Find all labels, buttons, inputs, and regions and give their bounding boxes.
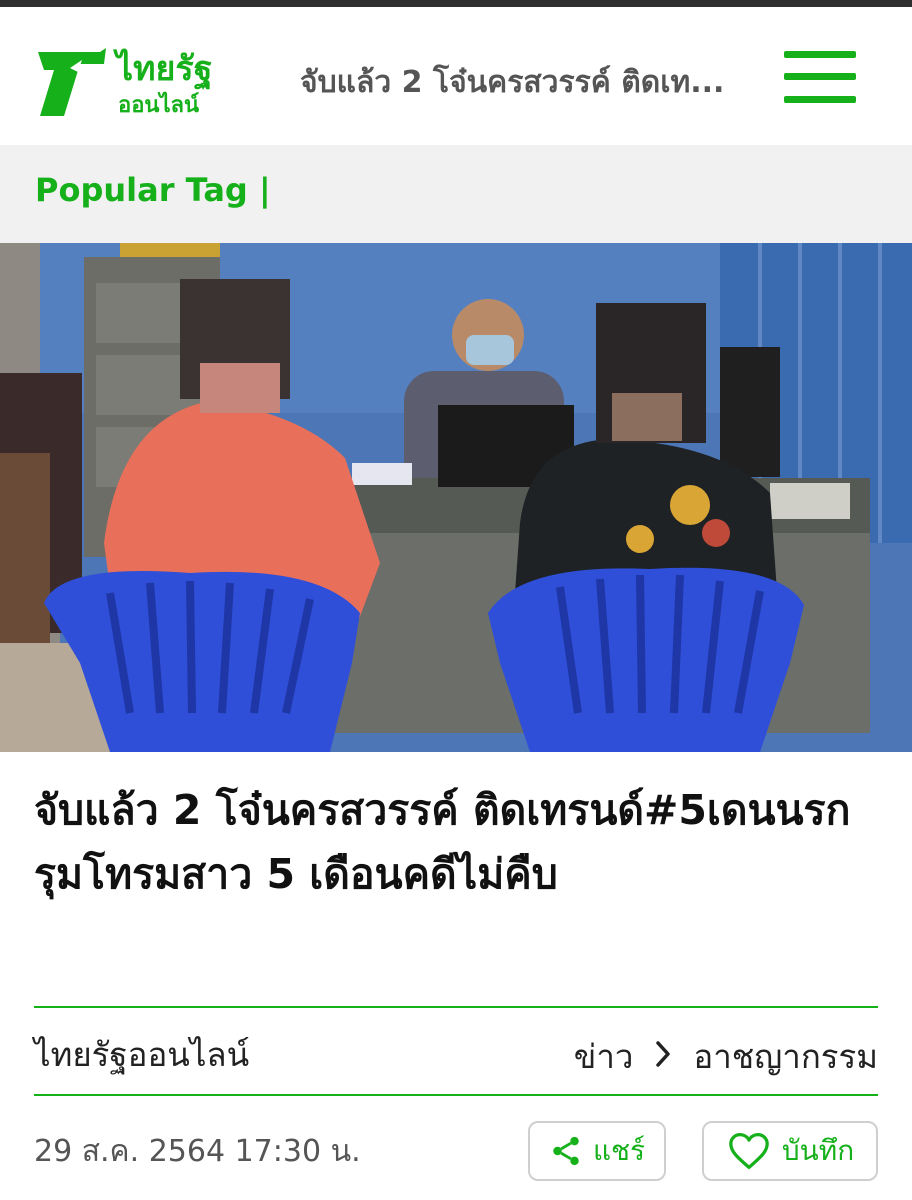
divider-top bbox=[34, 1006, 878, 1008]
top-status-strip bbox=[0, 0, 912, 7]
heart-icon bbox=[729, 1133, 769, 1169]
hamburger-menu-icon[interactable] bbox=[784, 51, 856, 103]
article-source[interactable]: ไทยรัฐออนไลน์ bbox=[34, 1028, 249, 1081]
share-button[interactable]: แชร์ bbox=[528, 1121, 666, 1181]
divider-bottom bbox=[34, 1094, 878, 1096]
site-header: ไทยรัฐ ออนไลน์ จับแล้ว 2 โจ๋นครสวรรค์ ติ… bbox=[0, 7, 912, 145]
breadcrumb-crime[interactable]: อาชญากรรม bbox=[693, 1030, 878, 1083]
logo-subtext: ออนไลน์ bbox=[118, 91, 199, 118]
popular-tag-label[interactable]: Popular Tag | bbox=[35, 171, 271, 209]
popular-tag-bar: Popular Tag | bbox=[0, 145, 912, 243]
article-date: 29 ส.ค. 2564 17:30 น. bbox=[34, 1134, 361, 1169]
chevron-right-icon bbox=[655, 1037, 671, 1076]
save-button[interactable]: บันทึก bbox=[702, 1121, 878, 1181]
breadcrumb: ข่าว อาชญากรรม bbox=[574, 1030, 878, 1083]
save-label: บันทึก bbox=[781, 1134, 855, 1167]
thairath-logo[interactable]: ไทยรัฐ ออนไลน์ bbox=[34, 42, 234, 122]
share-icon bbox=[553, 1136, 579, 1166]
logo-text: ไทยรัฐ bbox=[113, 48, 212, 91]
share-label: แชร์ bbox=[592, 1134, 646, 1167]
article-headline: จับแล้ว 2 โจ๋นครสวรรค์ ติดเทรนด์#5เดนนรก… bbox=[34, 786, 851, 898]
header-title: จับแล้ว 2 โจ๋นครสวรรค์ ติดเท... bbox=[300, 65, 725, 100]
breadcrumb-news[interactable]: ข่าว bbox=[574, 1030, 634, 1083]
article-photo bbox=[0, 243, 912, 752]
